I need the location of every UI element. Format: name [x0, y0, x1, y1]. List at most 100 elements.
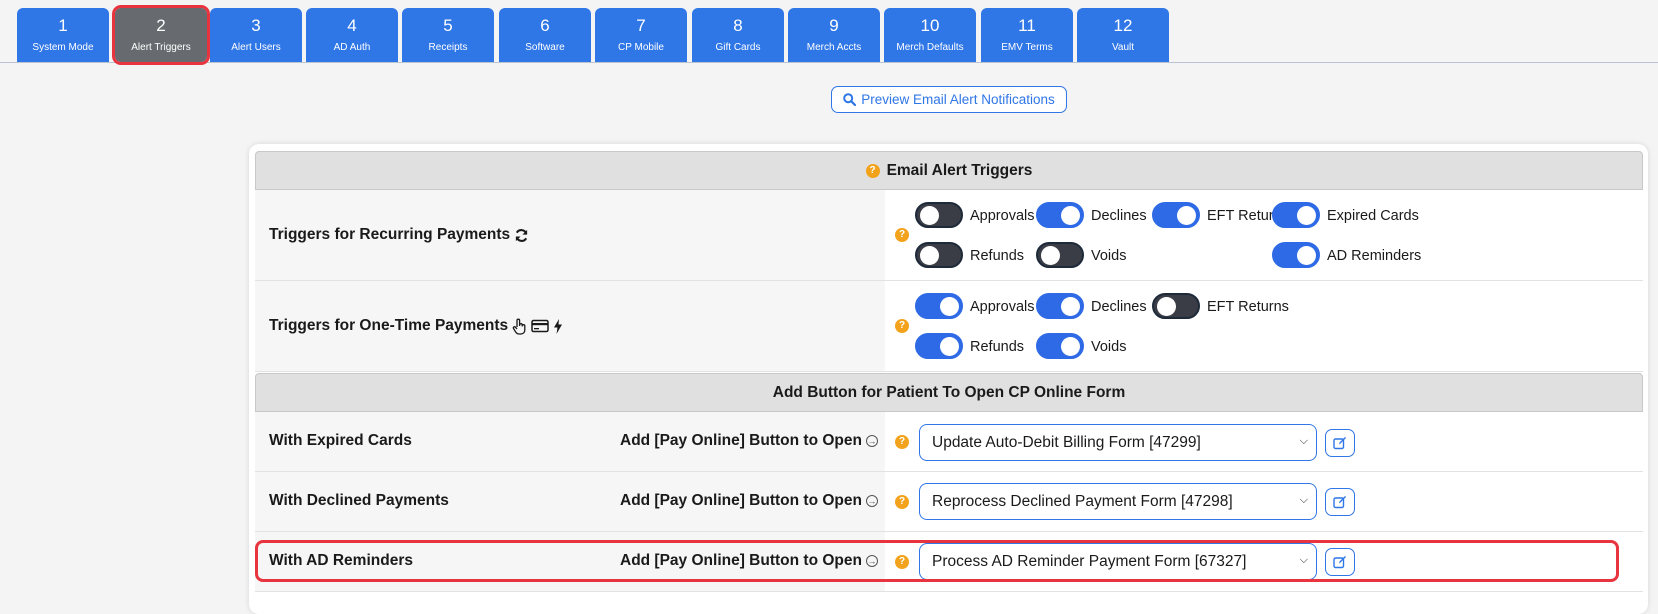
- edit-icon: [1333, 556, 1346, 569]
- toggle-recurring-voids[interactable]: [1036, 242, 1084, 268]
- toggle-label: AD Reminders: [1327, 248, 1422, 264]
- tab-vault[interactable]: 12 Vault: [1077, 8, 1169, 62]
- tab-label: Software: [525, 42, 565, 53]
- recurring-label-text: Triggers for Recurring Payments: [269, 226, 511, 243]
- toggle-recurring-expired-cards[interactable]: [1272, 202, 1320, 228]
- help-icon[interactable]: ?: [865, 163, 880, 178]
- preview-email-alerts-button[interactable]: Preview Email Alert Notifications: [831, 86, 1067, 113]
- toggle-recurring-approvals[interactable]: [915, 202, 963, 228]
- tab-software[interactable]: 6 Software: [499, 8, 591, 62]
- row-label-cell: With AD Reminders Add [Pay Online] Butto…: [255, 532, 885, 591]
- toggle-cell: ? Approvals Declines EFT Returns Refunds…: [885, 281, 1643, 371]
- tab-gift-cards[interactable]: 8 Gift Cards: [692, 8, 784, 62]
- tab-system-mode[interactable]: 1 System Mode: [17, 8, 109, 62]
- tab-alert-users[interactable]: 3 Alert Users: [210, 8, 302, 62]
- add-pay-online-text: Add [Pay Online] Button to Open →: [620, 432, 878, 450]
- onetime-triggers-label: Triggers for One-Time Payments: [269, 317, 563, 335]
- toggle-recurring-ad-reminders[interactable]: [1272, 242, 1320, 268]
- declined-payments-form-select[interactable]: Reprocess Declined Payment Form [47298] …: [919, 483, 1317, 520]
- help-icon[interactable]: ?: [895, 555, 909, 569]
- tab-receipts[interactable]: 5 Receipts: [402, 8, 494, 62]
- toggle-recurring-refunds[interactable]: [915, 242, 963, 268]
- tab-number: 11: [1018, 16, 1036, 35]
- onetime-label-text: Triggers for One-Time Payments: [269, 317, 509, 334]
- tab-number: 9: [829, 16, 839, 35]
- toggle-recurring-eft-returns[interactable]: [1152, 202, 1200, 228]
- credit-card-icon: [531, 319, 549, 333]
- select-value: Process AD Reminder Payment Form [67327]: [932, 552, 1247, 570]
- help-icon[interactable]: ?: [895, 495, 909, 509]
- row-label: With Declined Payments: [269, 492, 449, 509]
- edit-form-button[interactable]: [1325, 548, 1355, 576]
- toggle-label: Voids: [1091, 248, 1127, 264]
- tab-label: Merch Defaults: [896, 42, 964, 53]
- chevron-down-icon: ⌵: [1299, 435, 1308, 447]
- chevron-down-icon: ⌵: [1299, 554, 1308, 566]
- subtext-label: Add [Pay Online] Button to Open: [620, 552, 862, 569]
- tab-label: CP Mobile: [618, 42, 664, 53]
- recurring-triggers-row: Triggers for Recurring Payments ? Approv…: [255, 190, 1643, 281]
- toggle-label: Declines: [1091, 208, 1147, 224]
- tab-cp-mobile[interactable]: 7 CP Mobile: [595, 8, 687, 62]
- toggle-label: Declines: [1091, 299, 1147, 315]
- circle-arrow-right-icon: →: [865, 555, 878, 567]
- circle-arrow-right-icon: →: [865, 495, 878, 507]
- add-pay-online-text: Add [Pay Online] Button to Open →: [620, 552, 878, 570]
- expired-cards-form-select[interactable]: Update Auto-Debit Billing Form [47299] ⌵: [919, 424, 1317, 461]
- select-value: Reprocess Declined Payment Form [47298]: [932, 492, 1233, 510]
- tab-label: Vault: [1111, 42, 1135, 53]
- tab-label: AD Auth: [333, 42, 371, 53]
- tab-number: 4: [347, 16, 357, 35]
- select-cell: ? Process AD Reminder Payment Form [6732…: [885, 532, 1643, 591]
- row-label-cell: Triggers for Recurring Payments: [255, 190, 885, 280]
- help-icon[interactable]: ?: [895, 435, 909, 449]
- help-icon[interactable]: ?: [895, 228, 909, 242]
- toggle-onetime-eft-returns[interactable]: [1152, 293, 1200, 319]
- edit-icon: [1333, 496, 1346, 509]
- add-pay-online-text: Add [Pay Online] Button to Open →: [620, 492, 878, 510]
- tab-merch-defaults[interactable]: 10 Merch Defaults: [884, 8, 976, 62]
- tab-number: 5: [443, 16, 453, 35]
- help-icon[interactable]: ?: [895, 319, 909, 333]
- alert-triggers-panel: ? Email Alert Triggers Triggers for Recu…: [249, 144, 1648, 614]
- hand-pointer-icon: [512, 318, 526, 335]
- pay-online-button-header: Add Button for Patient To Open CP Online…: [255, 373, 1643, 412]
- declined-payments-row: With Declined Payments Add [Pay Online] …: [255, 472, 1643, 532]
- row-label: With AD Reminders: [269, 552, 413, 569]
- tab-emv-terms[interactable]: 11 EMV Terms: [981, 8, 1073, 62]
- row-label-cell: With Declined Payments Add [Pay Online] …: [255, 472, 885, 531]
- tab-number: 12: [1113, 16, 1133, 35]
- tab-alert-triggers[interactable]: 2 Alert Triggers: [112, 5, 210, 65]
- toggle-onetime-voids[interactable]: [1036, 333, 1084, 359]
- toggle-onetime-refunds[interactable]: [915, 333, 963, 359]
- edit-form-button[interactable]: [1325, 488, 1355, 516]
- tab-number: 8: [733, 16, 743, 35]
- toggle-onetime-declines[interactable]: [1036, 293, 1084, 319]
- row-label: With Expired Cards: [269, 432, 412, 449]
- toggle-recurring-declines[interactable]: [1036, 202, 1084, 228]
- ad-reminders-row: With AD Reminders Add [Pay Online] Butto…: [255, 532, 1643, 592]
- toggle-label: Voids: [1091, 339, 1127, 355]
- recurring-triggers-label: Triggers for Recurring Payments: [269, 226, 529, 244]
- tab-ad-auth[interactable]: 4 AD Auth: [306, 8, 398, 62]
- tab-bar: 1 System Mode 2 Alert Triggers 3 Alert U…: [0, 0, 1658, 65]
- refresh-icon: [516, 228, 528, 242]
- tab-label: Gift Cards: [715, 42, 761, 53]
- toggle-label: Refunds: [970, 248, 1025, 264]
- select-value: Update Auto-Debit Billing Form [47299]: [932, 433, 1201, 451]
- tab-merch-accts[interactable]: 9 Merch Accts: [788, 8, 880, 62]
- expired-cards-row: With Expired Cards Add [Pay Online] Butt…: [255, 412, 1643, 472]
- edit-icon: [1333, 437, 1346, 450]
- toggle-label: Expired Cards: [1327, 208, 1419, 224]
- edit-form-button[interactable]: [1325, 429, 1355, 457]
- subtext-label: Add [Pay Online] Button to Open: [620, 492, 862, 509]
- toggle-onetime-approvals[interactable]: [915, 293, 963, 319]
- tab-number: 7: [636, 16, 646, 35]
- section-title: Email Alert Triggers: [886, 161, 1033, 179]
- ad-reminders-form-select[interactable]: Process AD Reminder Payment Form [67327]…: [919, 543, 1317, 580]
- select-cell: ? Update Auto-Debit Billing Form [47299]…: [885, 412, 1643, 471]
- toggle-label: Approvals: [970, 208, 1035, 224]
- subtext-label: Add [Pay Online] Button to Open: [620, 432, 862, 449]
- toggle-label: Refunds: [970, 339, 1025, 355]
- tab-label: EMV Terms: [1001, 42, 1053, 53]
